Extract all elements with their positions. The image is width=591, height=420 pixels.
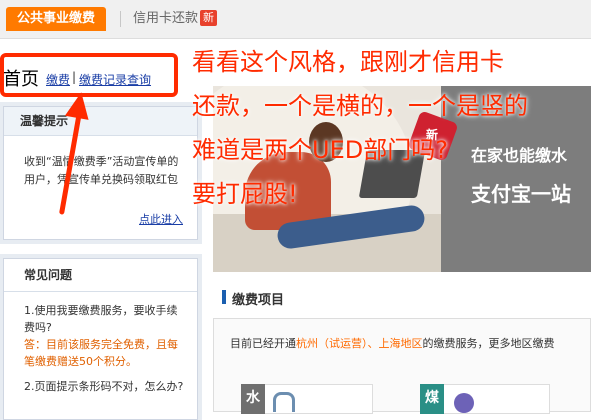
tips-panel: 温馨提示 收到“温情缴费季”活动宣传单的用户，凭宣传单兑换码领取红包 点此进入 — [3, 106, 198, 240]
gas-flame-icon — [454, 393, 474, 413]
faq-question-2[interactable]: 2.页面提示条形码不对，怎么办? — [24, 378, 187, 395]
water-badge: 水 — [241, 384, 265, 414]
tab-divider — [120, 11, 121, 27]
notice-text: 目前已经开通杭州（试运营）、上海地区的缴费服务，更多地区缴费 — [230, 335, 555, 351]
tab-credit-card-label: 信用卡还款 — [133, 11, 199, 26]
highlight-frame — [0, 53, 178, 97]
tips-title: 温馨提示 — [4, 107, 197, 136]
notice-separator: 、 — [367, 337, 379, 350]
annotation-arrow-head — [64, 90, 94, 120]
faq-question-1[interactable]: 1.使用我要缴费服务，要收手续费吗? — [24, 302, 187, 336]
tips-body: 收到“温情缴费季”活动宣传单的用户，凭宣传单兑换码领取红包 — [24, 155, 179, 186]
tab-public-utility-label: 公共事业缴费 — [17, 11, 96, 26]
banner-subheadline: 支付宝一站 — [471, 182, 571, 206]
tips-enter-link[interactable]: 点此进入 — [139, 211, 183, 227]
faq-answer-text: 目前该服务完全免费，且每笔缴费赠送50个积分。 — [24, 338, 178, 368]
faq-answer-1: 答：目前该服务完全免费，且每笔缴费赠送50个积分。 — [24, 336, 187, 370]
notice-suffix: 的缴费服务，更多地区缴费 — [422, 337, 555, 350]
annotation-line-3: 难道是两个UED部门吗? — [192, 136, 448, 164]
section-marker — [222, 290, 226, 304]
banner-headline: 在家也能缴水 — [471, 146, 568, 165]
notice-prefix: 目前已经开通 — [230, 337, 296, 350]
annotation-line-2: 还款，一个是横的，一个是竖的 — [192, 92, 528, 120]
faq-panel: 常见问题 1.使用我要缴费服务，要收手续费吗? 答：目前该服务完全免费，且每笔缴… — [3, 258, 198, 420]
faq-title: 常见问题 — [4, 259, 197, 292]
section-title: 缴费项目 — [232, 293, 285, 308]
tab-public-utility[interactable]: 公共事业缴费 — [6, 7, 107, 31]
faq-body: 1.使用我要缴费服务，要收手续费吗? 答：目前该服务完全免费，且每笔缴费赠送50… — [4, 292, 197, 395]
notice-city-shanghai[interactable]: 上海地区 — [379, 337, 423, 350]
faucet-icon — [273, 392, 295, 412]
annotation-line-4: 要打屁股! — [192, 180, 298, 208]
new-badge: 新 — [200, 10, 218, 26]
top-tab-bar: 公共事业缴费 信用卡还款新 — [0, 0, 591, 39]
gas-badge: 煤 — [420, 384, 444, 414]
faq-answer-prefix: 答： — [24, 338, 46, 351]
tab-credit-card[interactable]: 信用卡还款新 — [133, 10, 218, 28]
notice-city-hangzhou[interactable]: 杭州（试运营） — [296, 337, 368, 350]
annotation-line-1: 看看这个风格，跟刚才信用卡 — [192, 48, 504, 76]
